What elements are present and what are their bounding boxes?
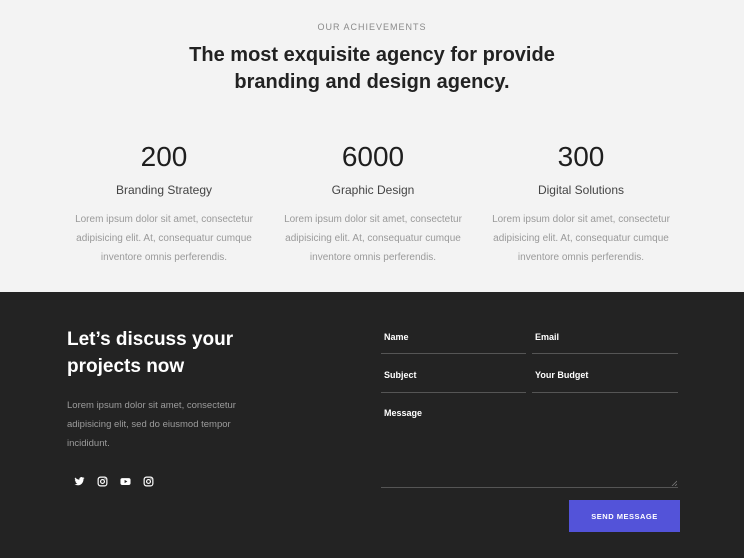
stat-description: Lorem ipsum dolor sit amet, consectetur … [280,210,466,267]
contact-title-line-2: projects now [67,356,185,377]
stat-desc-line: adipisicing elit. At, consequatur cumque [493,233,669,244]
contact-desc-line: Lorem ipsum dolor sit amet, consectetur [67,400,236,411]
stat-graphic-design: 6000 Graphic Design Lorem ipsum dolor si… [280,140,466,267]
stat-number: 200 [140,141,188,172]
contact-title: Let’s discuss your projects now [67,326,287,380]
achievements-section: OUR ACHIEVEMENTS The most exquisite agen… [0,0,744,292]
headline-line-2: branding and design agency. [234,71,510,93]
instagram-icon[interactable] [142,475,154,487]
headline-line-1: The most exquisite agency for provide [189,44,555,66]
stat-desc-line: inventore omnis perferendis. [517,252,645,263]
contact-desc-line: adipisicing elit, sed do eiusmod tempor [67,419,231,430]
stat-title: Graphic Design [331,183,415,197]
contact-description: Lorem ipsum dolor sit amet, consectetur … [67,396,267,453]
stat-title: Digital Solutions [537,183,625,197]
stat-desc-line: Lorem ipsum dolor sit amet, consectetur [492,214,670,225]
stat-digital-solutions: 300 Digital Solutions Lorem ipsum dolor … [488,140,674,267]
stat-description: Lorem ipsum dolor sit amet, consectetur … [488,210,674,267]
name-field[interactable]: Name [381,332,526,354]
subject-input[interactable] [381,370,526,392]
stat-desc-line: Lorem ipsum dolor sit amet, consectetur [75,214,253,225]
send-message-button[interactable]: SEND MESSAGE [569,500,680,532]
contact-section: Let’s discuss your projects now Lorem ip… [0,292,744,558]
email-input[interactable] [532,332,678,353]
email-field[interactable]: Email [532,332,678,354]
stat-title: Branding Strategy [115,183,213,197]
message-input[interactable] [381,408,678,487]
instagram-icon[interactable] [96,475,108,487]
section-eyebrow: OUR ACHIEVEMENTS [317,22,427,32]
stat-desc-line: inventore omnis perferendis. [100,252,228,263]
subject-field[interactable]: Subject [381,370,526,393]
contact-desc-line: incididunt. [67,438,110,449]
section-headline: The most exquisite agency for provide br… [0,42,744,96]
budget-field[interactable]: Your Budget [532,370,678,393]
social-links [73,475,154,487]
stat-branding-strategy: 200 Branding Strategy Lorem ipsum dolor … [71,140,257,267]
contact-title-line-1: Let’s discuss your [67,329,234,350]
message-field[interactable]: Message [381,408,678,488]
stat-description: Lorem ipsum dolor sit amet, consectetur … [71,210,257,267]
youtube-icon[interactable] [119,475,131,487]
stat-desc-line: inventore omnis perferendis. [309,252,437,263]
twitter-icon[interactable] [73,475,85,487]
stat-desc-line: adipisicing elit. At, consequatur cumque [285,233,461,244]
budget-input[interactable] [532,370,678,392]
resize-handle-icon[interactable] [671,480,677,486]
stat-number: 300 [557,141,605,172]
stat-desc-line: Lorem ipsum dolor sit amet, consectetur [284,214,462,225]
stat-number: 6000 [341,141,405,172]
name-input[interactable] [381,332,526,353]
stat-desc-line: adipisicing elit. At, consequatur cumque [76,233,252,244]
